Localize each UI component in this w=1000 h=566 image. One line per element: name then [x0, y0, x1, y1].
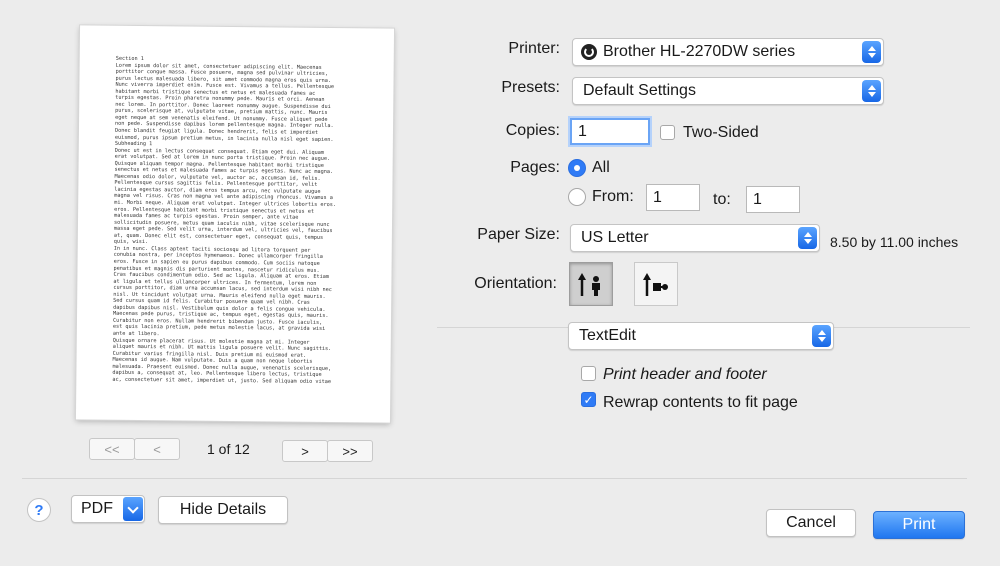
paper-size-value: US Letter: [581, 229, 649, 246]
help-button[interactable]: ?: [27, 498, 51, 522]
pages-from-label: From:: [592, 188, 634, 205]
presets-select[interactable]: Default Settings: [572, 77, 884, 105]
page-preview: Section 1 Lorem ipsum dolor sit amet, co…: [75, 25, 395, 423]
to-page-input[interactable]: 1: [746, 186, 800, 213]
rewrap-checkbox[interactable]: ✓: [581, 392, 596, 407]
options-section-stepper-icon: [812, 325, 831, 347]
last-page-label: >>: [342, 443, 358, 459]
first-page-label: <<: [104, 441, 120, 457]
orientation-label: Orientation:: [474, 275, 557, 292]
to-page-value: 1: [753, 190, 762, 208]
from-page-input[interactable]: 1: [646, 184, 700, 211]
pages-all-label: All: [592, 159, 610, 176]
header-footer-checkbox[interactable]: [581, 366, 596, 381]
chevron-down-icon: [123, 497, 143, 521]
presets-value: Default Settings: [583, 82, 696, 99]
copies-value: 1: [578, 122, 587, 140]
first-page-button[interactable]: <<: [89, 438, 135, 460]
portrait-orientation-button[interactable]: [569, 262, 613, 306]
next-page-label: >: [301, 443, 309, 459]
paper-dimensions: 8.50 by 11.00 inches: [830, 234, 959, 250]
hide-details-label: Hide Details: [179, 501, 267, 518]
print-label: Print: [902, 516, 936, 533]
printer-status-icon: [581, 44, 597, 60]
presets-stepper-icon: [862, 80, 881, 102]
printer-stepper-icon: [862, 41, 881, 63]
hide-details-button[interactable]: Hide Details: [158, 496, 288, 524]
paper-size-select[interactable]: US Letter: [570, 224, 820, 252]
copies-label: Copies:: [505, 122, 560, 139]
prev-page-label: <: [153, 441, 161, 457]
landscape-icon: [643, 273, 668, 296]
header-footer-label: Print header and footer: [603, 366, 767, 383]
pdf-label: PDF: [81, 500, 113, 517]
checkmark-icon: ✓: [583, 392, 594, 407]
printer-select[interactable]: Brother HL-2270DW series: [572, 38, 884, 66]
cancel-button[interactable]: Cancel: [766, 509, 856, 537]
paper-size-label: Paper Size:: [477, 226, 560, 243]
footer-separator: [22, 478, 967, 479]
printer-label: Printer:: [508, 40, 560, 57]
paper-size-stepper-icon: [798, 227, 817, 249]
next-page-button[interactable]: >: [282, 440, 328, 462]
to-label: to:: [713, 191, 731, 208]
pages-from-radio[interactable]: [568, 188, 586, 206]
copies-input[interactable]: 1: [570, 118, 650, 145]
presets-label: Presets:: [501, 79, 560, 96]
two-sided-checkbox[interactable]: [660, 125, 675, 140]
portrait-icon: [578, 273, 600, 296]
pages-all-radio[interactable]: [568, 159, 586, 177]
pages-label: Pages:: [510, 159, 560, 176]
landscape-orientation-button[interactable]: [634, 262, 678, 306]
preview-text: Section 1 Lorem ipsum dolor sit amet, co…: [112, 55, 336, 385]
print-button[interactable]: Print: [873, 511, 965, 539]
options-section-select[interactable]: TextEdit: [568, 322, 834, 350]
pdf-menu-button[interactable]: PDF: [71, 495, 145, 523]
prev-page-button[interactable]: <: [134, 438, 180, 460]
last-page-button[interactable]: >>: [327, 440, 373, 462]
cancel-label: Cancel: [786, 514, 836, 531]
from-page-value: 1: [653, 188, 662, 206]
two-sided-label: Two-Sided: [683, 124, 759, 141]
help-label: ?: [34, 501, 44, 519]
printer-value: Brother HL-2270DW series: [603, 43, 796, 60]
options-section-value: TextEdit: [579, 327, 636, 344]
page-indicator: 1 of 12: [207, 441, 250, 457]
rewrap-label: Rewrap contents to fit page: [603, 394, 798, 411]
